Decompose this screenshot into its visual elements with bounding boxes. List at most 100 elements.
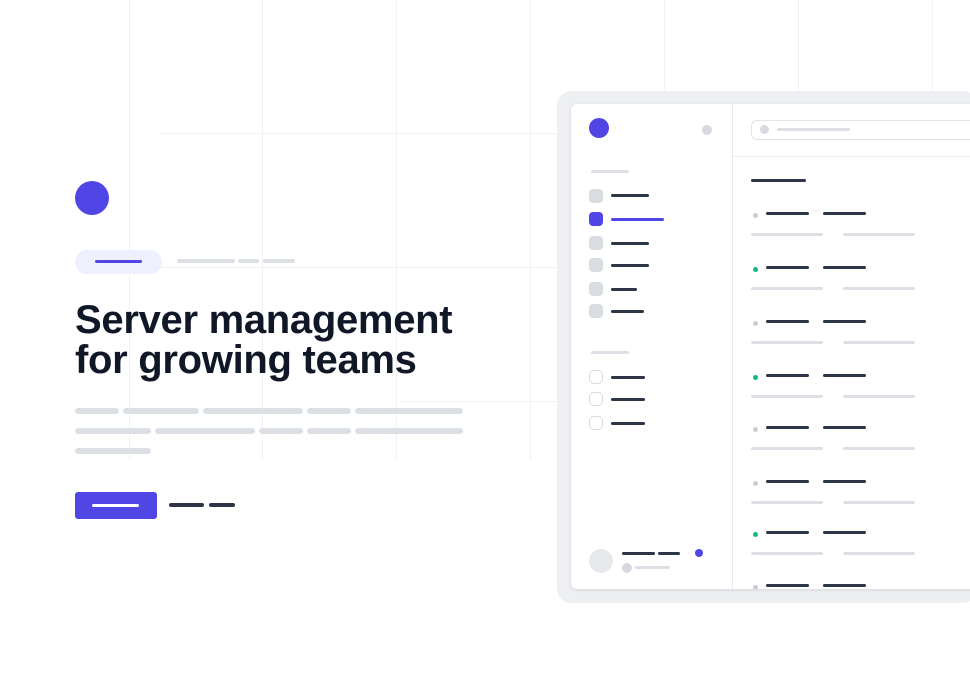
grid-line (400, 401, 560, 402)
nav-item-label-placeholder[interactable] (611, 288, 637, 291)
server-ip-placeholder (823, 480, 866, 483)
description-line-placeholder (355, 408, 463, 414)
nav-item-icon-active[interactable] (589, 212, 603, 226)
cta-label-placeholder (92, 504, 139, 507)
server-status-icon (753, 213, 758, 218)
secondary-link[interactable] (209, 503, 235, 507)
server-status-icon (753, 585, 758, 589)
server-meta-placeholder (843, 447, 915, 450)
description-line-placeholder (155, 428, 255, 434)
brand-logo-icon (75, 181, 109, 215)
user-avatar[interactable] (589, 549, 613, 573)
server-ip-placeholder (823, 374, 866, 377)
nav-item-icon[interactable] (589, 189, 603, 203)
nav-section-heading (591, 351, 629, 354)
grid-line (129, 0, 130, 460)
page-title: Server management for growing teams (75, 300, 505, 380)
team-item-label-placeholder[interactable] (611, 422, 645, 425)
server-status-icon (753, 375, 758, 380)
user-status-icon (622, 563, 632, 573)
workspace-menu-icon[interactable] (702, 125, 712, 135)
page-title-line-1: Server management (75, 298, 453, 342)
list-title-placeholder (751, 179, 806, 182)
server-status-icon (753, 321, 758, 326)
server-ip-placeholder (823, 531, 866, 534)
nav-item-label-placeholder[interactable] (611, 194, 649, 197)
server-meta-placeholder (751, 233, 823, 236)
nav-item-label-placeholder[interactable] (611, 242, 649, 245)
team-item-label-placeholder[interactable] (611, 398, 645, 401)
description-line-placeholder (259, 428, 303, 434)
nav-item-icon[interactable] (589, 282, 603, 296)
grid-line (798, 0, 799, 92)
announcement-text-placeholder[interactable] (177, 259, 235, 263)
notification-dot-icon (695, 549, 703, 557)
server-ip-placeholder (823, 584, 866, 587)
description-line-placeholder (307, 428, 351, 434)
server-meta-placeholder (843, 233, 915, 236)
server-name-placeholder (766, 266, 809, 269)
description-line-placeholder (203, 408, 303, 414)
nav-item-label-placeholder[interactable] (611, 310, 644, 313)
team-item-icon[interactable] (589, 416, 603, 430)
server-name-placeholder (766, 480, 809, 483)
announcement-text-placeholder[interactable] (263, 259, 295, 263)
server-status-icon (753, 532, 758, 537)
search-input[interactable] (751, 120, 970, 140)
nav-item-icon[interactable] (589, 304, 603, 318)
grid-line (262, 0, 263, 460)
team-item-icon[interactable] (589, 370, 603, 384)
secondary-link[interactable] (169, 503, 204, 507)
nav-section-heading (591, 170, 629, 173)
server-name-placeholder (766, 320, 809, 323)
server-meta-placeholder (751, 501, 823, 504)
user-email-placeholder (635, 566, 670, 569)
primary-cta-button[interactable] (75, 492, 157, 519)
server-ip-placeholder (823, 426, 866, 429)
server-ip-placeholder (823, 320, 866, 323)
server-name-placeholder (766, 426, 809, 429)
team-item-label-placeholder[interactable] (611, 376, 645, 379)
grid-line (396, 0, 397, 460)
server-name-placeholder (766, 212, 809, 215)
description-line-placeholder (355, 428, 463, 434)
grid-line (932, 0, 933, 92)
server-name-placeholder (766, 584, 809, 587)
server-meta-placeholder (843, 395, 915, 398)
grid-line (160, 133, 560, 134)
server-meta-placeholder (843, 552, 915, 555)
nav-item-label-active[interactable] (611, 218, 664, 221)
announcement-text-placeholder[interactable] (238, 259, 259, 263)
announcement-badge[interactable] (75, 250, 162, 274)
server-name-placeholder (766, 531, 809, 534)
server-meta-placeholder (843, 287, 915, 290)
server-meta-placeholder (751, 447, 823, 450)
description-line-placeholder (75, 428, 151, 434)
server-status-icon (753, 481, 758, 486)
server-ip-placeholder (823, 266, 866, 269)
search-icon (760, 125, 769, 134)
description-line-placeholder (75, 408, 119, 414)
app-topbar (733, 104, 970, 157)
server-status-icon (753, 427, 758, 432)
server-ip-placeholder (823, 212, 866, 215)
user-name-placeholder (658, 552, 680, 555)
server-meta-placeholder (751, 341, 823, 344)
nav-item-label-placeholder[interactable] (611, 264, 649, 267)
server-name-placeholder (766, 374, 809, 377)
nav-item-icon[interactable] (589, 236, 603, 250)
badge-label-placeholder (95, 260, 142, 263)
nav-item-icon[interactable] (589, 258, 603, 272)
server-meta-placeholder (751, 552, 823, 555)
description-line-placeholder (123, 408, 199, 414)
search-placeholder-text (777, 128, 850, 131)
server-meta-placeholder (843, 501, 915, 504)
grid-line (664, 0, 665, 92)
team-item-icon[interactable] (589, 392, 603, 406)
app-sidebar (571, 104, 733, 589)
description-line-placeholder (307, 408, 351, 414)
grid-line (530, 0, 531, 460)
server-meta-placeholder (843, 341, 915, 344)
page-title-line-2: for growing teams (75, 338, 417, 382)
grid-line (130, 267, 560, 268)
